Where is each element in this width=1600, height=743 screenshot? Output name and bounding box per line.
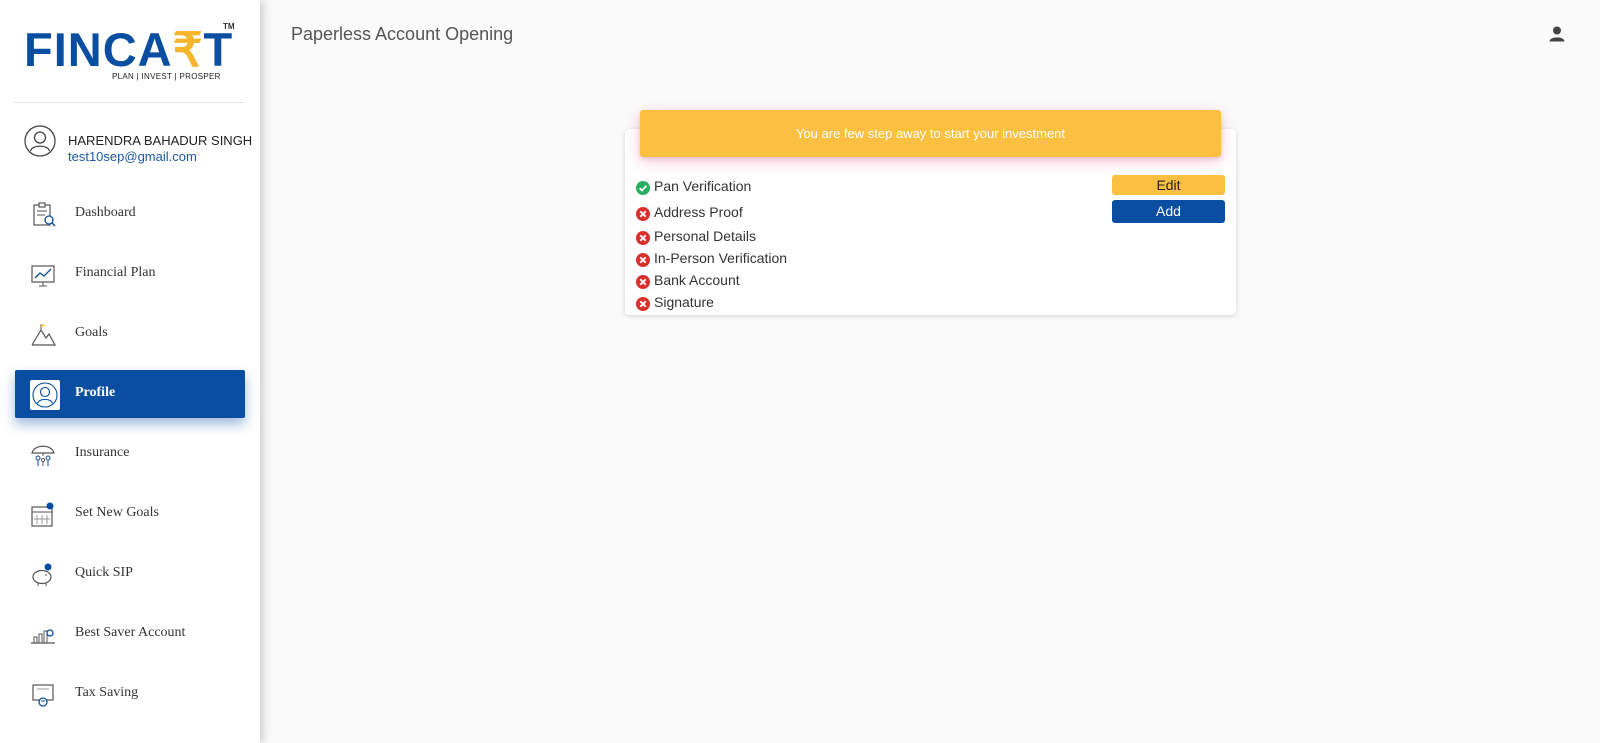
logo-wordmark: FINCA₹T bbox=[24, 23, 234, 76]
sidebar-item-quick-sip[interactable]: Quick SIP bbox=[15, 550, 245, 598]
error-circle-icon bbox=[636, 275, 650, 289]
sidebar-item-label: Best Saver Account bbox=[75, 625, 186, 640]
error-circle-icon bbox=[636, 231, 650, 245]
step-bank-account: Bank Account bbox=[636, 272, 936, 290]
check-circle-icon bbox=[636, 181, 650, 195]
growth-icon bbox=[31, 629, 55, 644]
step-signature: Signature bbox=[636, 294, 936, 312]
error-circle-icon bbox=[636, 297, 650, 311]
user-name: HARENDRA BAHADUR SINGH bbox=[68, 133, 253, 148]
sidebar-item-label: Goals bbox=[75, 325, 108, 340]
avatar-icon bbox=[24, 125, 56, 157]
sidebar-item-insurance[interactable]: Insurance bbox=[15, 430, 245, 478]
calendar-icon bbox=[31, 502, 54, 527]
logo-trademark: TM bbox=[223, 22, 235, 31]
dashboard-icon bbox=[33, 202, 56, 227]
piggy-bank-icon bbox=[32, 563, 52, 586]
sidebar-item-tax-saving[interactable]: Tax Saving bbox=[15, 670, 245, 718]
sidebar-item-financial-plan[interactable]: Financial Plan bbox=[15, 250, 245, 298]
step-label: Address Proof bbox=[654, 204, 743, 220]
sidebar-nav: Dashboard Financial Plan Goals Profile I… bbox=[15, 190, 245, 730]
sidebar-item-dashboard[interactable]: Dashboard bbox=[15, 190, 245, 238]
person-icon[interactable] bbox=[1547, 24, 1567, 44]
user-email: test10sep@gmail.com bbox=[68, 149, 197, 164]
error-circle-icon bbox=[636, 253, 650, 267]
sidebar-item-label: Insurance bbox=[75, 445, 130, 460]
mountain-flag-icon bbox=[31, 324, 57, 346]
error-circle-icon bbox=[636, 207, 650, 221]
step-pan-verification: Pan Verification bbox=[636, 178, 936, 196]
add-address-proof-button[interactable]: Add bbox=[1112, 200, 1225, 223]
logo-tagline: PLAN | INVEST | PROSPER bbox=[112, 72, 221, 81]
step-in-person-verification: In-Person Verification bbox=[636, 250, 936, 268]
step-address-proof: Address Proof bbox=[636, 204, 936, 222]
page-title: Paperless Account Opening bbox=[291, 24, 514, 44]
sidebar-item-label: Financial Plan bbox=[75, 265, 156, 280]
edit-pan-button[interactable]: Edit bbox=[1112, 175, 1225, 195]
chart-icon bbox=[31, 265, 55, 287]
sidebar-item-label: Quick SIP bbox=[75, 565, 133, 580]
sidebar: FINCA₹T TM PLAN | INVEST | PROSPER HAREN… bbox=[0, 0, 260, 743]
sidebar-item-label: Set New Goals bbox=[75, 505, 159, 520]
fincart-logo[interactable]: FINCA₹T TM PLAN | INVEST | PROSPER bbox=[24, 22, 239, 87]
step-label: Bank Account bbox=[654, 272, 740, 288]
sidebar-item-set-new-goals[interactable]: Set New Goals bbox=[15, 490, 245, 538]
step-personal-details: Personal Details bbox=[636, 228, 936, 246]
onboarding-banner: You are few step away to start your inve… bbox=[640, 110, 1221, 157]
sidebar-item-label: Profile bbox=[75, 385, 116, 400]
sidebar-divider bbox=[14, 102, 244, 103]
step-label: Personal Details bbox=[654, 228, 756, 244]
sidebar-item-best-saver-account[interactable]: Best Saver Account bbox=[15, 610, 245, 658]
sidebar-item-goals[interactable]: Goals bbox=[15, 310, 245, 358]
step-label: Pan Verification bbox=[654, 178, 752, 194]
tax-icon bbox=[32, 684, 54, 707]
step-label: In-Person Verification bbox=[654, 250, 788, 266]
user-icon bbox=[30, 380, 60, 410]
sidebar-item-label: Dashboard bbox=[75, 205, 136, 220]
sidebar-item-label: Tax Saving bbox=[75, 685, 139, 700]
step-label: Signature bbox=[654, 294, 714, 310]
umbrella-family-icon bbox=[31, 445, 55, 466]
sidebar-item-profile[interactable]: Profile bbox=[15, 370, 245, 418]
